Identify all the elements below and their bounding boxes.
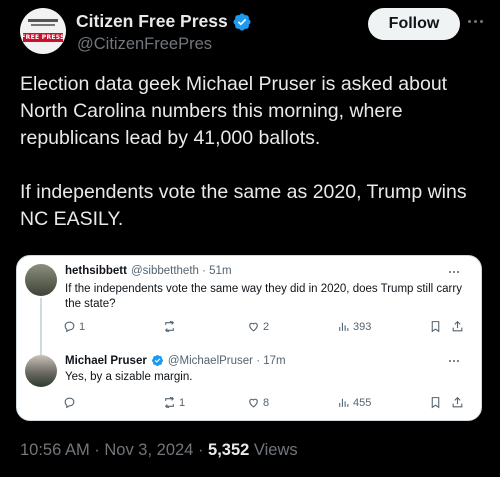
reply-button[interactable]: 1	[63, 320, 85, 333]
post-paragraph: Election data geek Michael Pruser is ask…	[20, 73, 448, 149]
views-icon	[339, 398, 349, 407]
follow-button[interactable]: Follow	[368, 8, 460, 40]
post-footer: 10:56 AM · Nov 3, 2024 · 5,352 Views	[20, 441, 298, 460]
repost-icon	[164, 320, 175, 333]
avatar-decoration	[28, 19, 58, 22]
author-name-row[interactable]: Citizen Free Press	[76, 11, 252, 32]
post-views-label: Views	[249, 441, 298, 459]
repost-button[interactable]: 1	[163, 396, 185, 409]
repost-count: 1	[179, 396, 186, 409]
more-icon[interactable]	[468, 16, 488, 26]
verified-badge-icon	[233, 12, 251, 31]
reply-actions: 1 8 455	[17, 396, 481, 412]
post-paragraph: If independents vote the same as 2020, T…	[20, 181, 467, 230]
avatar-logo-text: FREE PRESS	[21, 34, 65, 41]
bookmark-icon	[431, 321, 440, 333]
post-text: Election data geek Michael Pruser is ask…	[20, 71, 482, 233]
reply-author-name[interactable]: Michael Pruser	[65, 355, 147, 367]
reply-author-handle[interactable]: @sibbettheth	[131, 265, 199, 277]
reply-icon	[64, 397, 75, 409]
reply-avatar[interactable]	[25, 355, 57, 387]
reply-time: · 51m	[202, 265, 232, 277]
views-count: 393	[353, 320, 372, 333]
reply-button[interactable]	[63, 396, 79, 409]
author-handle[interactable]: @CitizenFreePres	[77, 35, 212, 54]
reply-time: · 17m	[256, 354, 286, 367]
reply-author-name[interactable]: hethsibbett	[65, 265, 127, 277]
reply-text: Yes, by a sizable margin.	[65, 371, 193, 383]
like-button[interactable]: 2	[247, 320, 269, 333]
reply-icon	[64, 321, 75, 333]
avatar-decoration	[31, 24, 55, 26]
views-button[interactable]: 393	[337, 320, 371, 333]
post-views-count: 5,352	[208, 441, 250, 459]
reply-count: 1	[79, 320, 86, 333]
reply-header: Michael Pruser @MichaelPruser · 17m	[65, 354, 286, 367]
like-icon	[249, 322, 258, 332]
bookmark-icon	[431, 397, 440, 409]
reply-more-icon[interactable]	[449, 269, 463, 275]
views-count: 455	[353, 396, 372, 409]
share-button[interactable]	[451, 396, 467, 409]
author-avatar[interactable]: FREE PRESS	[20, 8, 66, 54]
like-count: 8	[263, 396, 270, 409]
reply-avatar[interactable]	[25, 264, 57, 296]
views-button[interactable]: 455	[337, 396, 371, 409]
views-icon	[339, 322, 349, 331]
like-button[interactable]: 8	[247, 396, 269, 409]
share-button[interactable]	[451, 320, 467, 333]
thread-connector	[40, 298, 42, 358]
author-name[interactable]: Citizen Free Press	[76, 11, 228, 32]
verified-badge-icon	[151, 354, 163, 367]
share-icon	[452, 320, 463, 332]
reply-more-icon[interactable]	[449, 358, 463, 364]
post-header: FREE PRESS Citizen Free Press @CitizenFr…	[16, 4, 484, 60]
share-icon	[452, 396, 463, 408]
like-count: 2	[263, 320, 270, 333]
repost-button[interactable]	[163, 320, 179, 333]
reply-header: hethsibbett @sibbettheth · 51m	[65, 265, 232, 277]
bookmark-button[interactable]	[429, 320, 445, 333]
reply-actions: 1 2 393	[17, 320, 481, 336]
embedded-thread[interactable]: hethsibbett @sibbettheth · 51m If the in…	[16, 255, 482, 421]
reply-text: If the independents vote the same way th…	[65, 283, 462, 310]
bookmark-button[interactable]	[429, 396, 445, 409]
post-timestamp[interactable]: 10:56 AM · Nov 3, 2024 ·	[20, 441, 208, 459]
repost-icon	[164, 396, 175, 409]
reply-author-handle[interactable]: @MichaelPruser	[168, 355, 253, 367]
like-icon	[249, 398, 258, 408]
